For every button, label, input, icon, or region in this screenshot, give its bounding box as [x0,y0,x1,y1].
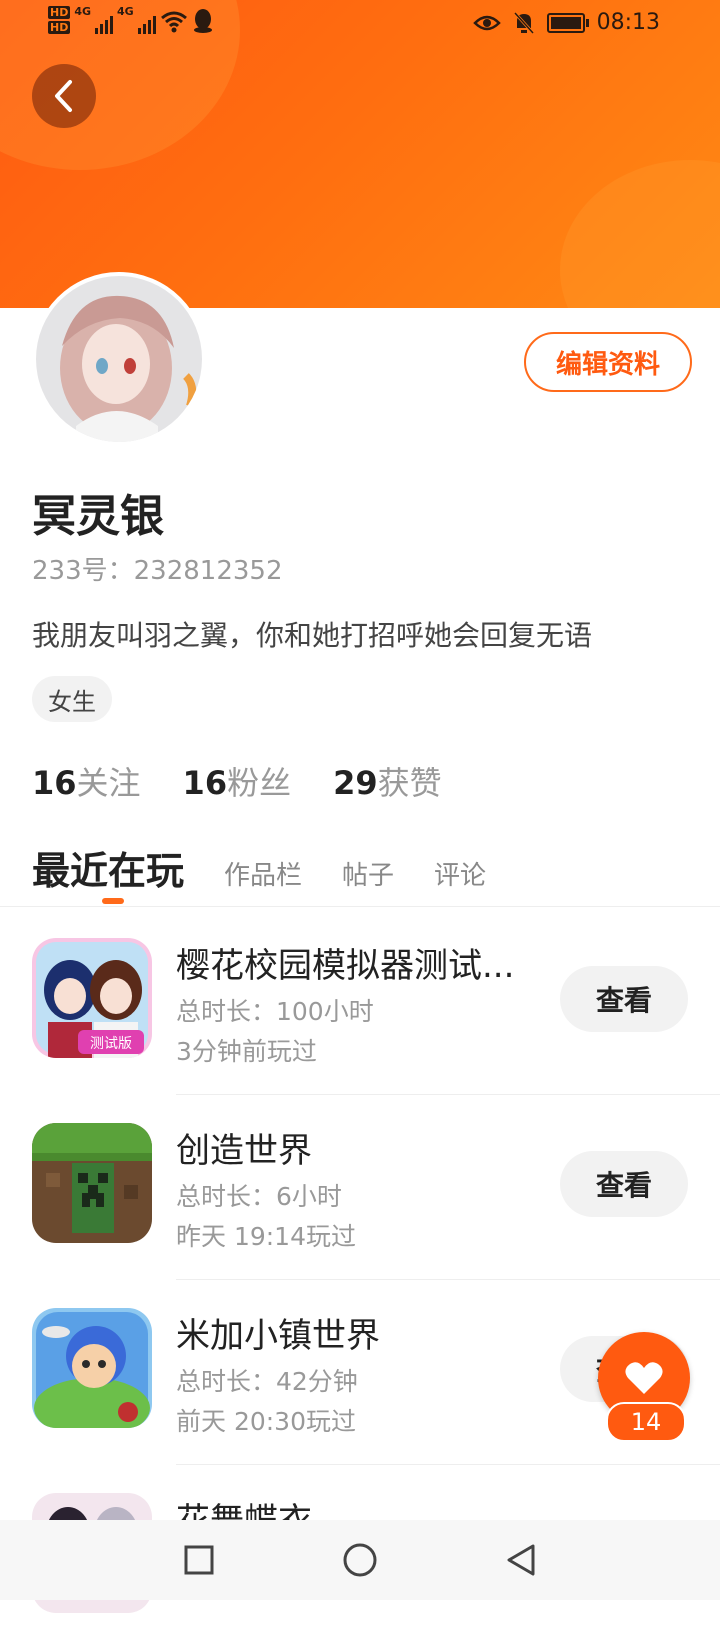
status-bar: HD HD 4G 4G 08:13 [0,0,720,48]
game-title: 樱花校园模拟器测试... [176,946,515,986]
back-button[interactable] [32,64,96,128]
gender-tag: 女生 [32,676,112,722]
edit-profile-button[interactable]: 编辑资料 [524,332,692,392]
tab-posts[interactable]: 帖子 [342,855,394,892]
user-id-value: 232812352 [133,556,283,586]
signal-icon [95,12,114,34]
game-icon-badge: 测试版 [90,1036,132,1052]
stat-label: 粉丝 [227,764,292,802]
chevron-left-icon [55,80,72,112]
hd-badge: HD [48,21,71,34]
battery-icon [546,12,589,33]
like-count-badge: 14 [606,1402,686,1442]
game-icon-image [32,1123,152,1243]
stat-likes[interactable]: 29获赞 [333,758,442,804]
stat-followers[interactable]: 16粉丝 [183,758,292,804]
profile-name: 冥灵银 [32,491,164,542]
hd-badge: HD [48,6,71,19]
game-duration: 总时长：100小时 [176,997,374,1026]
status-time: 08:13 [596,10,660,35]
avatar[interactable] [36,276,202,442]
stat-following[interactable]: 16关注 [32,758,141,804]
game-last-played: 前天 20:30玩过 [176,1407,356,1436]
tab-comments[interactable]: 评论 [434,855,486,892]
recent-apps-icon[interactable] [183,1544,215,1576]
profile-bio: 我朋友叫羽之翼，你和她打招呼她会回复无语 [32,619,593,652]
stat-count: 16 [32,764,77,802]
qq-icon [193,9,212,33]
view-button[interactable]: 查看 [560,966,688,1032]
stat-count: 29 [333,764,378,802]
signal-icon [137,12,156,34]
stat-label: 关注 [76,764,141,802]
status-right: 08:13 [472,10,660,35]
game-last-played: 昨天 19:14玩过 [176,1222,356,1251]
view-button[interactable]: 查看 [560,1151,688,1217]
avatar-image [36,276,202,442]
game-title: 米加小镇世界 [176,1316,380,1356]
stat-count: 16 [182,764,228,802]
profile-stats: 16关注 16粉丝 29获赞 [32,758,442,804]
profile-tabs: 最近在玩 作品栏 帖子 评论 [32,840,688,904]
status-left: HD HD 4G 4G [48,6,214,34]
game-icon-image: 测试版 [32,938,152,1058]
game-duration: 总时长：6小时 [176,1182,342,1211]
home-icon[interactable] [342,1542,378,1578]
system-nav-bar [0,1520,720,1600]
game-last-played: 3分钟前玩过 [176,1037,317,1066]
tabs-divider [0,906,720,907]
eye-icon [472,15,501,30]
back-nav-icon[interactable] [505,1543,537,1577]
mute-bell-icon [513,11,534,34]
game-icon-sakura: 测试版 [32,938,152,1058]
tab-recently-played[interactable]: 最近在玩 [32,840,184,904]
game-title: 创造世界 [176,1131,312,1171]
banner-decoration [560,160,720,308]
wifi-icon [160,11,187,33]
user-id: 233号：232812352 [32,550,283,587]
stat-label: 获赞 [377,764,442,802]
tab-works[interactable]: 作品栏 [224,855,302,892]
list-item[interactable]: 创造世界 总时长：6小时 昨天 19:14玩过 查看 [0,1095,720,1280]
game-icon-image [32,1308,152,1428]
game-icon-creation-world [32,1123,152,1243]
network-type: 4G [117,5,134,18]
heart-icon [625,1362,663,1394]
list-item[interactable]: 测试版 樱花校园模拟器测试... 总时长：100小时 3分钟前玩过 查看 [0,910,720,1095]
game-duration: 总时长：42分钟 [176,1367,358,1396]
network-type: 4G [74,5,92,18]
game-icon-miga-town [32,1308,152,1428]
user-id-label: 233号： [32,556,134,586]
hd-indicators: HD HD [48,6,71,34]
